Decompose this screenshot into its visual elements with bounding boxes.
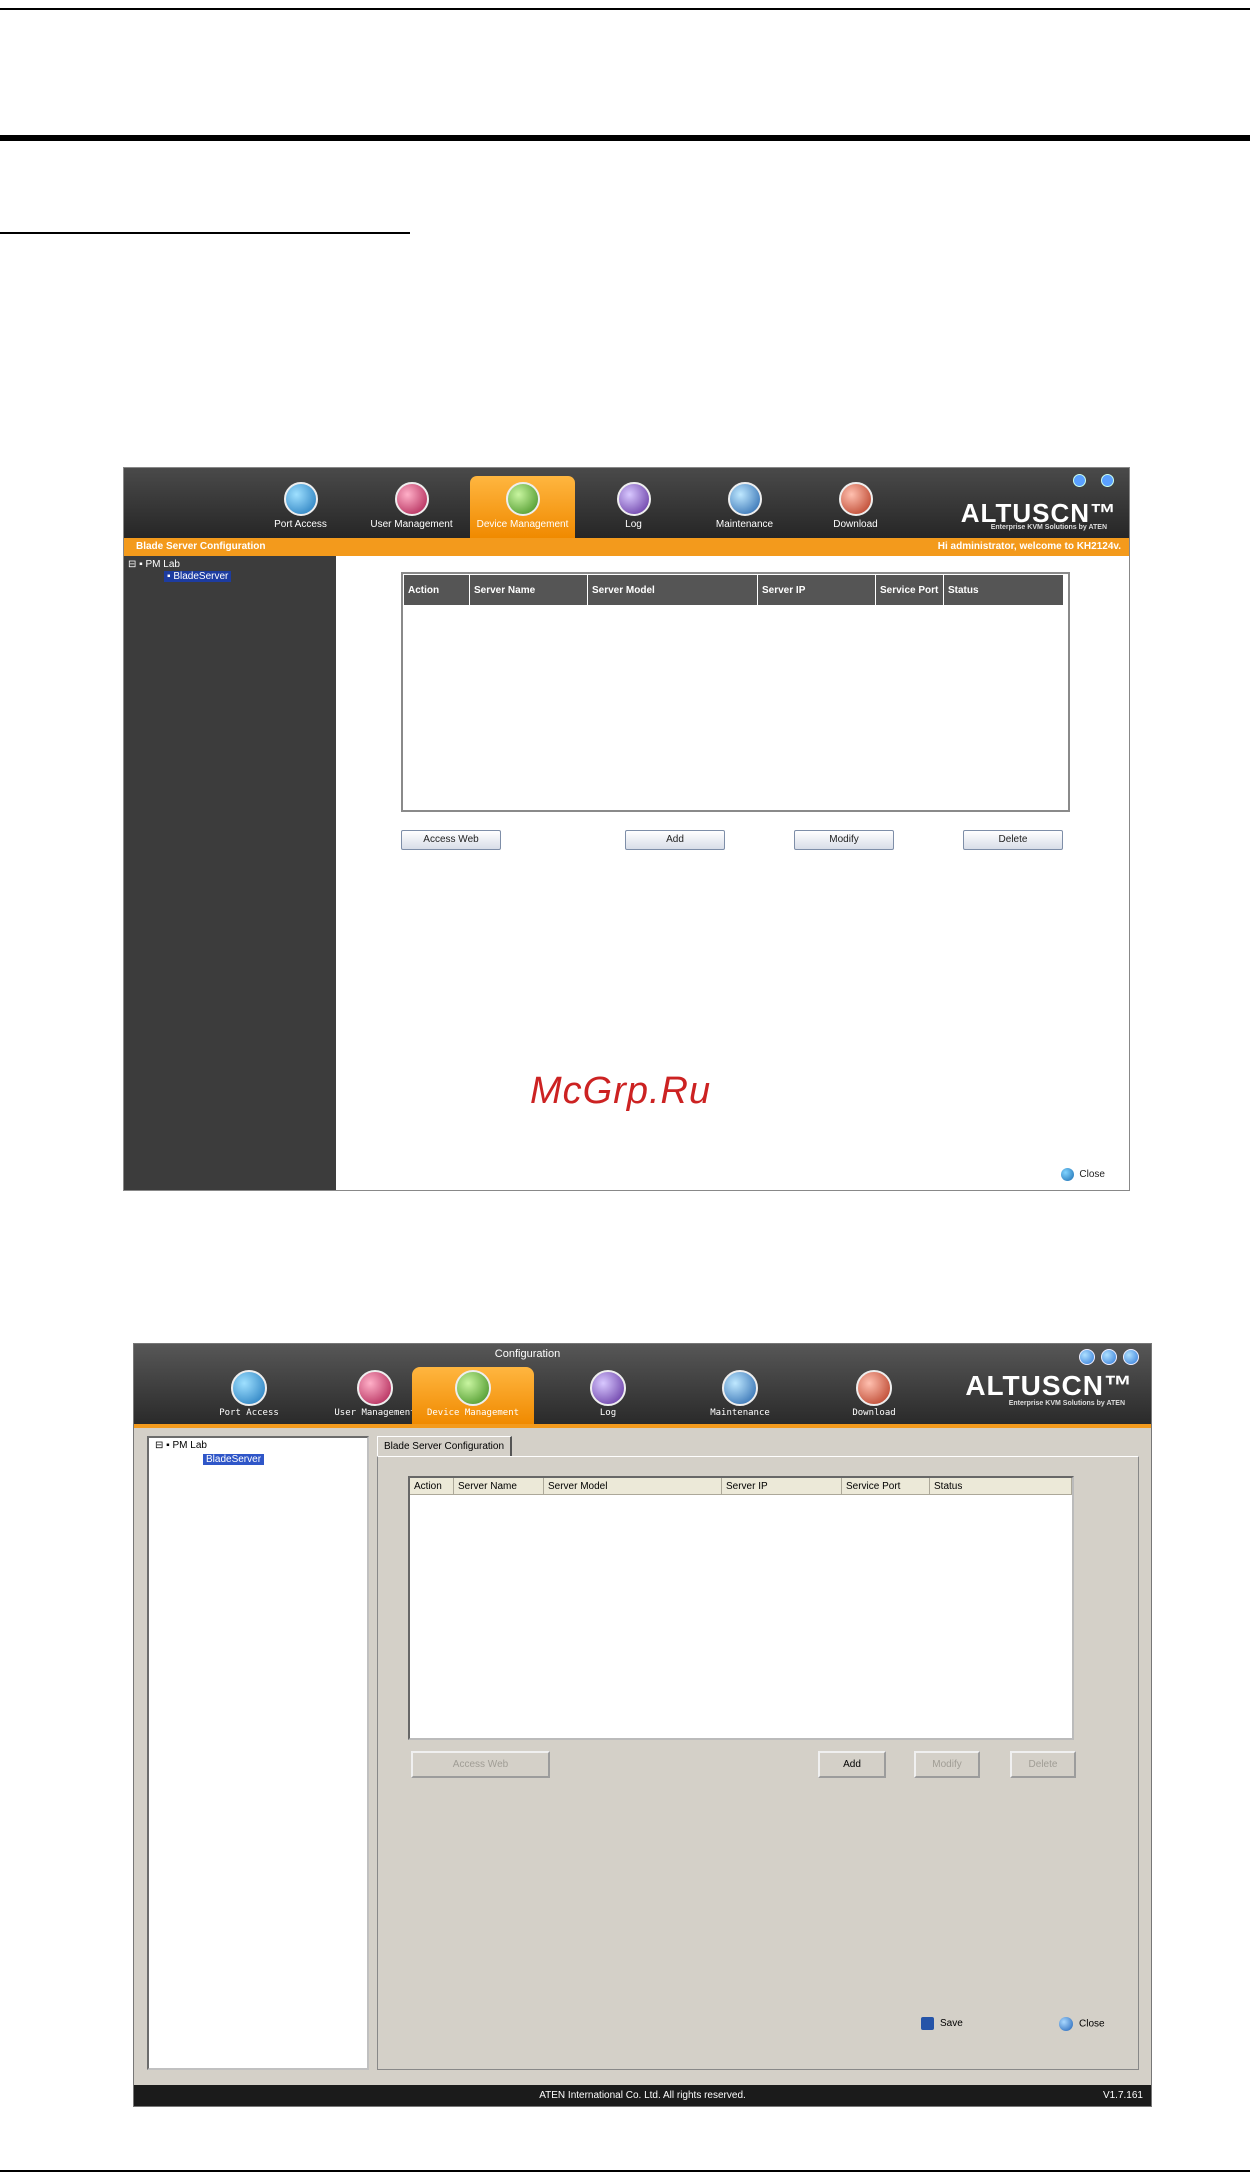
download-icon — [856, 1370, 892, 1406]
col-service-port[interactable]: Service Port — [876, 575, 944, 605]
col-server-ip[interactable]: Server IP — [758, 575, 876, 605]
altusen-logo: ALTUSCN™ — [965, 1370, 1133, 1401]
tab-maintenance[interactable]: Maintenance — [679, 1367, 801, 1424]
log-icon — [590, 1370, 626, 1406]
access-web-button[interactable]: Access Web — [401, 830, 501, 850]
info-icon[interactable] — [1073, 474, 1086, 487]
col-server-name[interactable]: Server Name — [454, 1478, 544, 1495]
col-server-name[interactable]: Server Name — [470, 575, 588, 605]
bottom-rule — [0, 2170, 1250, 2172]
save-button[interactable]: Save — [921, 2017, 963, 2030]
delete-button[interactable]: Delete — [1010, 1751, 1076, 1778]
copyright-text: ATEN International Co. Ltd. All rights r… — [539, 2090, 746, 2101]
modify-button[interactable]: Modify — [794, 830, 894, 850]
tab-port-access[interactable]: Port Access — [188, 1367, 310, 1424]
tab-device-management[interactable]: Device Management — [412, 1367, 534, 1424]
tab-device-management[interactable]: Device Management — [470, 476, 575, 538]
title-strip: Blade Server Configuration Hi administra… — [124, 538, 1129, 556]
orange-divider — [134, 1424, 1151, 1428]
col-server-model[interactable]: Server Model — [544, 1478, 722, 1495]
help-icon[interactable] — [1101, 1349, 1117, 1365]
tab-log[interactable]: Log — [547, 1367, 669, 1424]
tab-user-management[interactable]: User Management — [359, 476, 464, 538]
tree-node-pm-lab[interactable]: ⊟ ▪ PM Lab — [128, 559, 180, 570]
col-status[interactable]: Status — [944, 575, 1064, 605]
gear-icon — [505, 482, 540, 516]
download-icon — [838, 482, 873, 516]
access-web-button[interactable]: Access Web — [411, 1751, 550, 1778]
version-text: V1.7.161 — [1102, 2090, 1143, 2101]
watermark: McGrp.Ru — [530, 1070, 712, 1112]
users-icon — [357, 1370, 393, 1406]
tab-download[interactable]: Download — [813, 1367, 935, 1424]
tree-node-bladeserver[interactable]: ▪ BladeServer — [164, 571, 232, 582]
status-bar: ATEN International Co. Ltd. All rights r… — [134, 2085, 1151, 2106]
welcome-message: Hi administrator, welcome to KH2124v. — [937, 541, 1121, 552]
col-server-ip[interactable]: Server IP — [722, 1478, 842, 1495]
tree-node-pm-lab[interactable]: ⊟ ▪ PM Lab — [155, 1440, 207, 1451]
modify-button[interactable]: Modify — [914, 1751, 980, 1778]
section-underline — [0, 232, 410, 234]
users-icon — [394, 482, 429, 516]
delete-button[interactable]: Delete — [963, 830, 1063, 850]
page-title: Blade Server Configuration — [136, 541, 266, 552]
monitor-icon — [283, 482, 318, 516]
logo-tagline: Enterprise KVM Solutions by ATEN — [1008, 1400, 1125, 1407]
blade-server-list: Action Server Name Server Model Server I… — [408, 1476, 1074, 1740]
maintenance-icon — [727, 482, 762, 516]
client-top-bar: Configuration Port Access User Managemen… — [134, 1344, 1151, 1424]
add-button[interactable]: Add — [818, 1751, 886, 1778]
floppy-icon — [921, 2017, 934, 2030]
close-button[interactable]: Close — [1061, 1168, 1105, 1181]
heading-rule — [0, 135, 1250, 141]
tree-node-bladeserver[interactable]: BladeServer — [203, 1454, 265, 1465]
tab-maintenance[interactable]: Maintenance — [692, 476, 797, 538]
close-icon — [1059, 2017, 1073, 2031]
maintenance-icon — [722, 1370, 758, 1406]
logo-tagline: Enterprise KVM Solutions by ATEN — [990, 524, 1107, 531]
monitor-icon — [231, 1370, 267, 1406]
col-action[interactable]: Action — [404, 575, 470, 605]
close-icon — [1061, 1168, 1075, 1181]
device-tree-panel: ⊟ ▪ PM Lab BladeServer — [147, 1436, 369, 2070]
col-server-model[interactable]: Server Model — [588, 575, 758, 605]
add-button[interactable]: Add — [625, 830, 725, 850]
close-button[interactable]: Close — [1059, 2017, 1105, 2031]
top-rule — [0, 8, 1250, 10]
window-title: Configuration — [494, 1348, 561, 1360]
col-status[interactable]: Status — [930, 1478, 1072, 1495]
tab-download[interactable]: Download — [803, 476, 908, 538]
sidebar-tree: ⊟ ▪ PM Lab ▪ BladeServer — [124, 556, 336, 1190]
sound-icon[interactable] — [1123, 1349, 1139, 1365]
gear-icon — [455, 1370, 491, 1406]
tab-port-access[interactable]: Port Access — [248, 476, 353, 538]
windows-client-screenshot: Configuration Port Access User Managemen… — [133, 1343, 1152, 2107]
browser-top-bar: Port Access User Management Device Manag… — [124, 468, 1129, 538]
col-service-port[interactable]: Service Port — [842, 1478, 930, 1495]
blade-server-table: Action Server Name Server Model Server I… — [401, 572, 1070, 812]
logout-icon[interactable] — [1101, 474, 1114, 487]
col-action[interactable]: Action — [410, 1478, 454, 1495]
tab-log[interactable]: Log — [581, 476, 686, 538]
close-window-icon[interactable] — [1079, 1349, 1095, 1365]
tab-blade-server-configuration[interactable]: Blade Server Configuration — [377, 1436, 512, 1457]
log-icon — [616, 482, 651, 516]
